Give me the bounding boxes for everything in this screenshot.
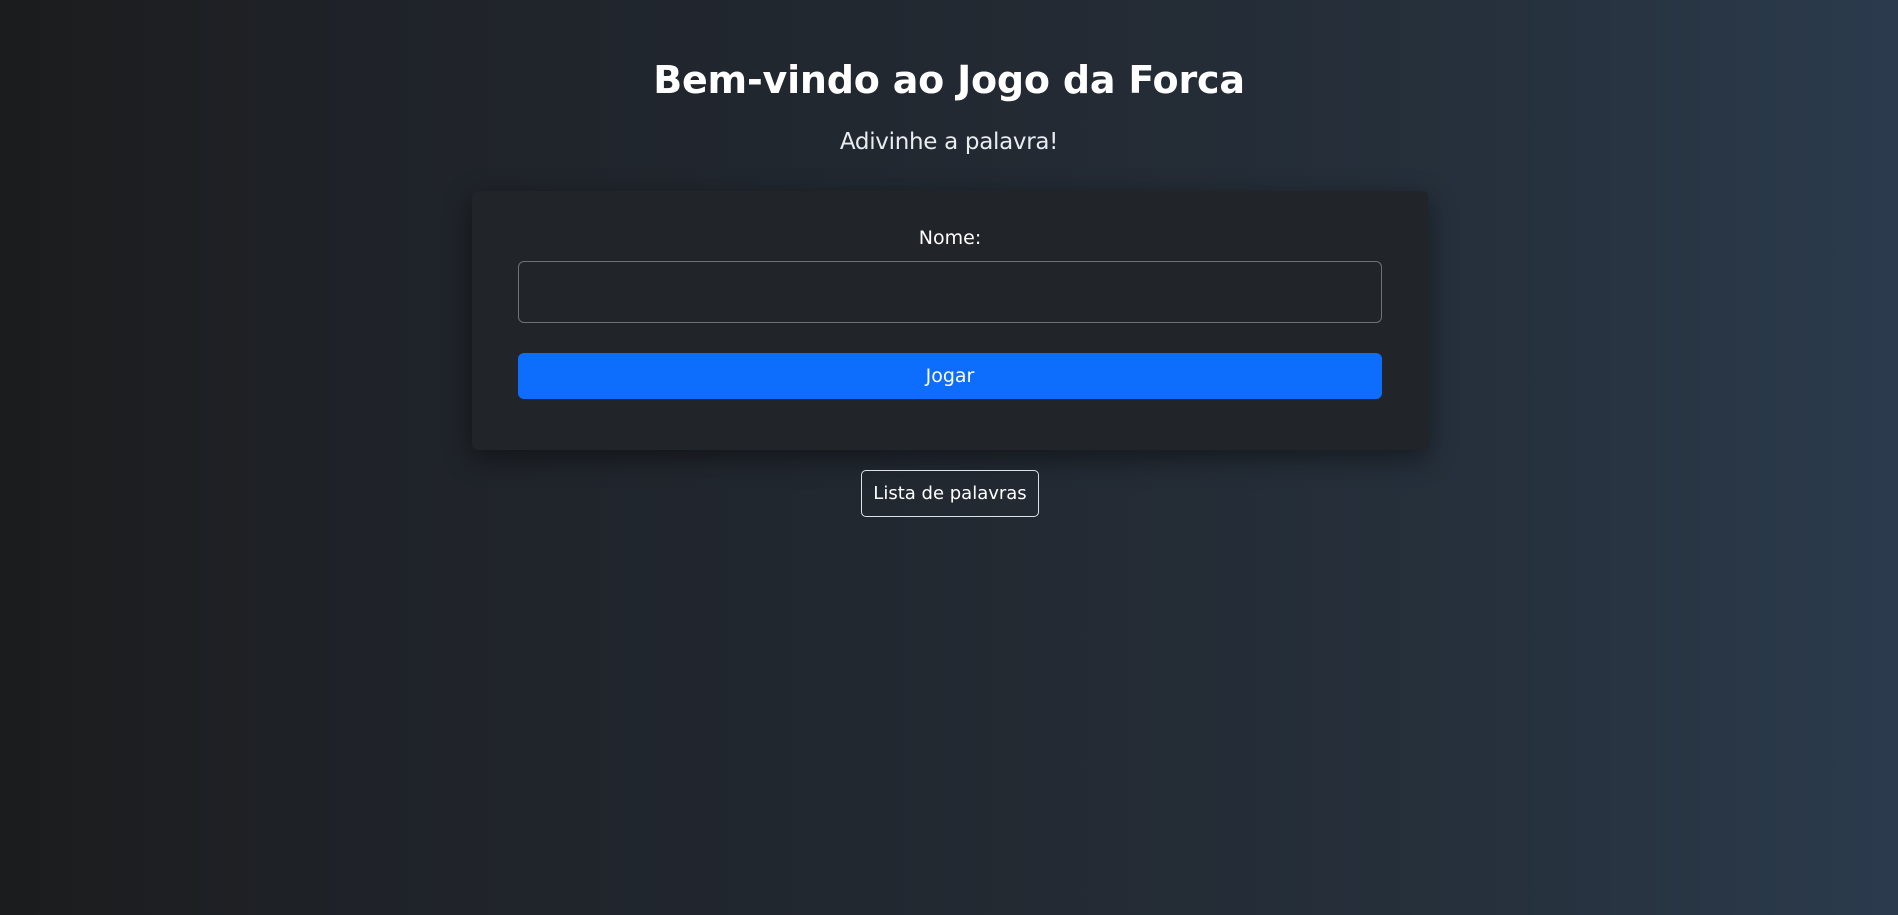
page-subtitle: Adivinhe a palavra!: [839, 129, 1059, 155]
name-form-card: Nome: Jogar: [472, 191, 1428, 450]
name-label: Nome:: [918, 227, 982, 249]
name-input[interactable]: [518, 261, 1382, 323]
page-title: Bem-vindo ao Jogo da Forca: [653, 58, 1245, 102]
play-button[interactable]: Jogar: [518, 353, 1382, 399]
page: Bem-vindo ao Jogo da Forca Adivinhe a pa…: [0, 0, 1898, 915]
word-list-button[interactable]: Lista de palavras: [861, 470, 1039, 517]
